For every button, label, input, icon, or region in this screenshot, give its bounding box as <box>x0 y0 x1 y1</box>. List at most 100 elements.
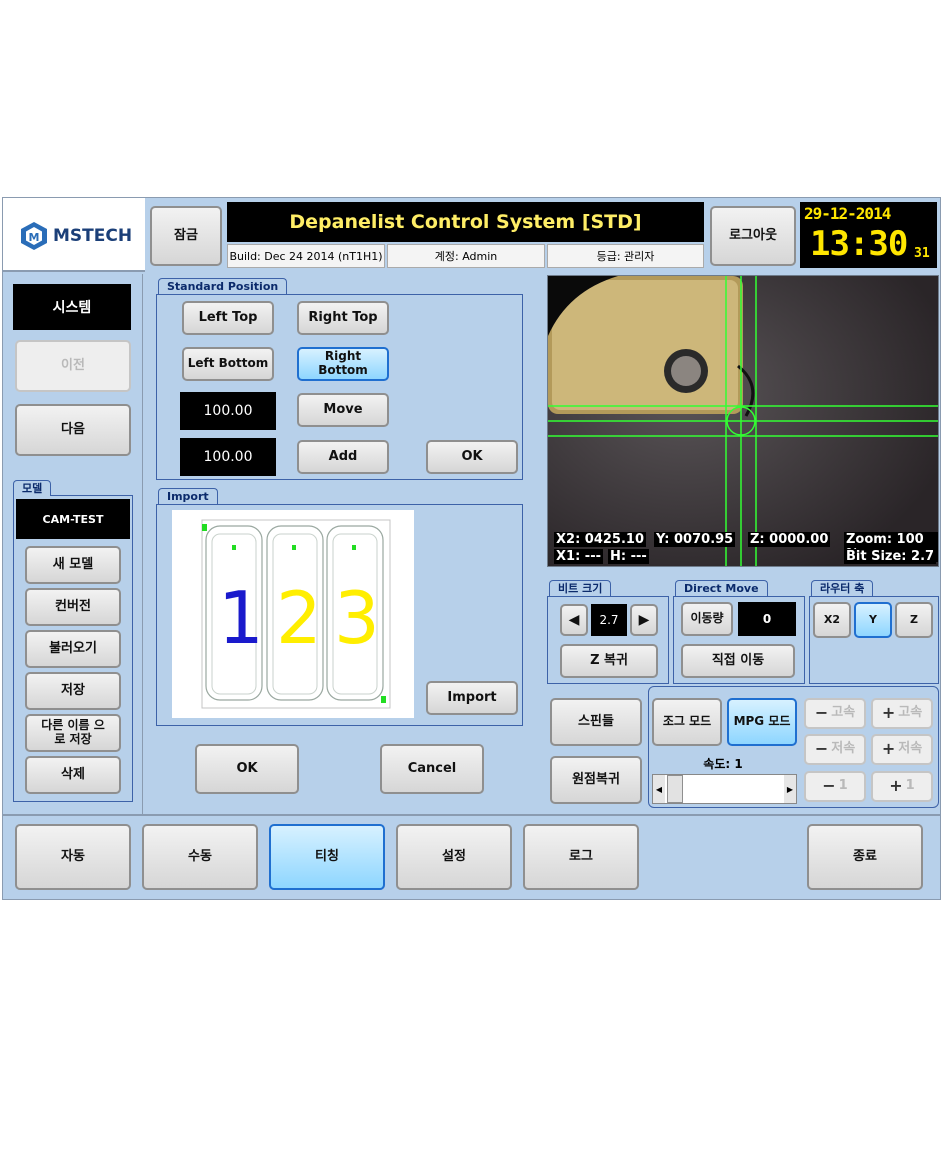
position-value-2[interactable]: 100.00 <box>180 438 276 476</box>
system-label: 시스템 <box>13 284 131 330</box>
import-button[interactable]: Import <box>426 681 518 715</box>
logo: M MSTECH <box>19 220 141 252</box>
jog-minus-fast-button[interactable]: − 고속 <box>804 698 866 729</box>
import-title: Import <box>158 488 218 504</box>
delete-button[interactable]: 삭제 <box>25 756 121 794</box>
standard-position-title: Standard Position <box>158 278 288 294</box>
bit-size-title: 비트 크기 <box>549 580 612 596</box>
prev-button[interactable]: 이전 <box>15 340 131 392</box>
jog-plus-one-label: 1 <box>905 778 915 794</box>
clock-time: 13:30 <box>810 224 908 264</box>
jog-minus-slow-button[interactable]: − 저속 <box>804 734 866 765</box>
save-as-button[interactable]: 다른 이름 으로 저장 <box>25 714 121 752</box>
direct-move-title: Direct Move <box>675 580 768 596</box>
minus-icon: − <box>814 703 829 723</box>
clock-panel: 29-12-2014 13:30 31 <box>800 202 937 268</box>
bit-size-increase-button[interactable]: ▶ <box>630 604 658 636</box>
left-bottom-button[interactable]: Left Bottom <box>182 347 274 381</box>
app-title: Depanelist Control System [STD] <box>227 202 704 242</box>
nav-manual-button[interactable]: 수동 <box>142 824 258 890</box>
bit-size-value: 2.7 <box>591 604 627 636</box>
account-info: 계정: Admin <box>387 244 545 268</box>
jog-plus-fast-label: 고속 <box>898 705 923 721</box>
standard-ok-button[interactable]: OK <box>426 440 518 474</box>
panel-digit-2: 2 <box>276 576 322 660</box>
jog-minus-one-label: 1 <box>838 778 848 794</box>
dialog-ok-button[interactable]: OK <box>195 744 299 794</box>
jog-minus-slow-label: 저속 <box>831 741 856 757</box>
speed-label: 속도: 1 <box>703 757 743 771</box>
axis-y-button[interactable]: Y <box>854 602 892 638</box>
minus-icon: − <box>822 776 836 796</box>
bit-size-decrease-button[interactable]: ◀ <box>560 604 588 636</box>
jog-minus-one-button[interactable]: −1 <box>804 771 866 802</box>
slider-left-arrow-icon[interactable]: ◀ <box>653 775 665 803</box>
jog-plus-slow-label: 저속 <box>898 741 923 757</box>
triangle-left-icon: ◀ <box>568 611 580 628</box>
model-group-title: 모델 <box>13 480 52 496</box>
jog-plus-fast-button[interactable]: + 고속 <box>871 698 933 729</box>
logout-button[interactable]: 로그아웃 <box>710 206 796 266</box>
next-button[interactable]: 다음 <box>15 404 131 456</box>
jog-mode-button[interactable]: 조그 모드 <box>652 698 722 746</box>
cam-h-readout: H: --- <box>608 549 649 564</box>
level-info: 등급: 관리자 <box>547 244 704 268</box>
speed-slider[interactable]: ◀ ▶ <box>652 774 797 804</box>
save-button[interactable]: 저장 <box>25 672 121 710</box>
camera-view[interactable]: X2: 0425.10 Y: 0070.95 Z: 0000.00 Zoom: … <box>547 275 939 567</box>
nav-exit-button[interactable]: 종료 <box>807 824 923 890</box>
cam-z-readout: Z: 0000.00 <box>748 532 831 547</box>
add-button[interactable]: Add <box>297 440 389 474</box>
cam-y-readout: Y: 0070.95 <box>654 532 736 547</box>
panel-digit-1: 1 <box>218 576 264 660</box>
cam-x1-readout: X1: --- <box>554 549 603 564</box>
plus-icon: + <box>881 703 896 723</box>
slider-thumb[interactable] <box>667 775 683 803</box>
load-button[interactable]: 불러오기 <box>25 630 121 668</box>
logo-text: MSTECH <box>53 226 133 246</box>
build-info: Build: Dec 24 2014 (nT1H1) <box>227 244 385 268</box>
minus-icon: − <box>814 739 829 759</box>
dialog-cancel-button[interactable]: Cancel <box>380 744 484 794</box>
jog-plus-one-button[interactable]: +1 <box>871 771 933 802</box>
left-top-button[interactable]: Left Top <box>182 301 274 335</box>
z-return-button[interactable]: Z 복귀 <box>560 644 658 678</box>
mstech-logo-icon: M <box>21 222 47 250</box>
move-amount-value[interactable]: 0 <box>738 602 796 636</box>
plus-icon: + <box>889 776 903 796</box>
current-model: CAM-TEST <box>16 499 130 539</box>
triangle-right-icon: ▶ <box>638 611 650 628</box>
axis-x2-button[interactable]: X2 <box>813 602 851 638</box>
camera-image <box>548 276 938 566</box>
plus-icon: + <box>881 739 896 759</box>
nav-auto-button[interactable]: 자동 <box>15 824 131 890</box>
home-button[interactable]: 원점복귀 <box>550 756 642 804</box>
position-value-1[interactable]: 100.00 <box>180 392 276 430</box>
router-axis-title: 라우터 축 <box>811 580 874 596</box>
axis-z-button[interactable]: Z <box>895 602 933 638</box>
cam-x2-readout: X2: 0425.10 <box>554 532 647 547</box>
import-preview: 1 2 3 <box>172 510 414 718</box>
mpg-mode-button[interactable]: MPG 모드 <box>727 698 797 746</box>
jog-plus-slow-button[interactable]: + 저속 <box>871 734 933 765</box>
nav-settings-button[interactable]: 설정 <box>396 824 512 890</box>
panel-digit-3: 3 <box>334 576 380 660</box>
svg-text:M: M <box>29 231 40 244</box>
cam-bitsize-readout: Bit Size: 2.7 <box>844 549 937 564</box>
nav-teaching-button[interactable]: 티칭 <box>269 824 385 890</box>
app-window: M MSTECH 잠금 Depanelist Control System [S… <box>2 197 941 900</box>
right-bottom-button[interactable]: Right Bottom <box>297 347 389 381</box>
right-top-button[interactable]: Right Top <box>297 301 389 335</box>
convert-button[interactable]: 컨버전 <box>25 588 121 626</box>
header-bar: M MSTECH 잠금 Depanelist Control System [S… <box>3 198 940 272</box>
clock-date: 29-12-2014 <box>804 204 891 223</box>
spindle-button[interactable]: 스핀들 <box>550 698 642 746</box>
direct-move-button[interactable]: 직접 이동 <box>681 644 795 678</box>
nav-log-button[interactable]: 로그 <box>523 824 639 890</box>
new-model-button[interactable]: 새 모델 <box>25 546 121 584</box>
slider-right-arrow-icon[interactable]: ▶ <box>784 775 796 803</box>
move-button[interactable]: Move <box>297 393 389 427</box>
lock-button[interactable]: 잠금 <box>150 206 222 266</box>
move-amount-button[interactable]: 이동량 <box>681 602 733 636</box>
jog-minus-fast-label: 고속 <box>831 705 856 721</box>
